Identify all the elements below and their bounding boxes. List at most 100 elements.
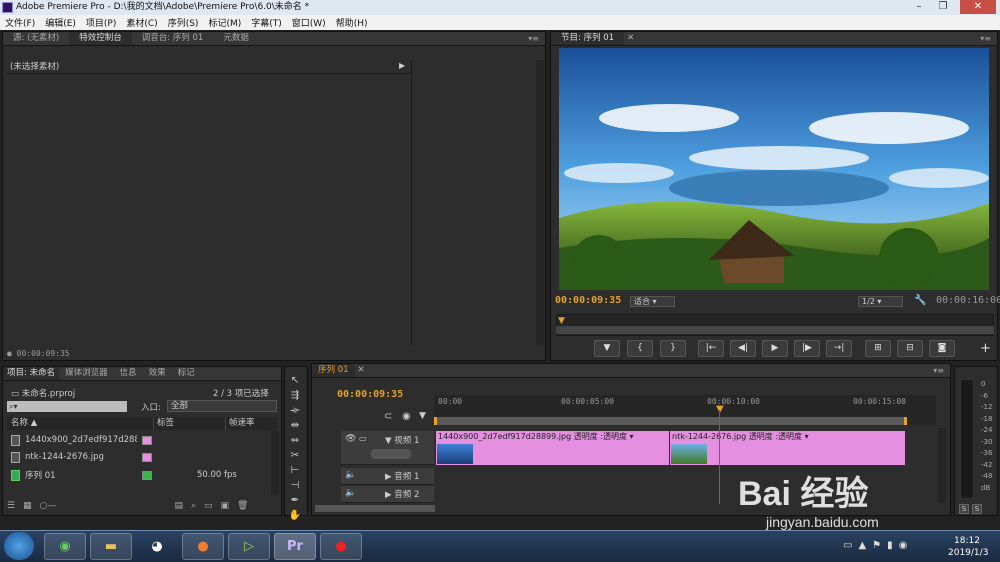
taskbar-firefox-icon[interactable]: ● [182,533,224,560]
add-button-icon[interactable]: + [980,341,991,356]
clip-effect[interactable]: 透明度 :透明度 ▾ [574,432,634,441]
timeline-zoom-bar[interactable] [315,505,435,512]
add-marker-button[interactable]: ▼ [594,340,620,357]
tray-icons[interactable]: ▭▲⚑▮◉ [843,540,913,551]
zoom-scroll-bar[interactable] [556,326,994,334]
track-select-tool-icon[interactable]: ⇶ [288,389,302,403]
lock-icon[interactable]: ▭ [359,434,367,443]
rolling-edit-tool-icon[interactable]: ⇹ [288,419,302,433]
panel-menu-icon[interactable]: ▾≡ [528,34,539,43]
solo-left-button[interactable]: S [959,504,969,514]
extract-button[interactable]: ⊟ [897,340,923,357]
taskbar-recorder-icon[interactable]: ● [320,533,362,560]
program-timecode[interactable]: 00:00:09:35 [555,295,621,306]
timeline-scrollbar[interactable] [938,428,946,503]
tab-metadata[interactable]: 元数据 [213,32,259,45]
play-button[interactable]: ▶ [762,340,788,357]
project-scrollbar[interactable] [271,431,279,495]
list-view-icon[interactable]: ☰ [7,501,15,513]
step-forward-button[interactable]: |▶ [794,340,820,357]
mark-in-button[interactable]: { [627,340,653,357]
eye-icon[interactable]: 👁 [345,434,356,444]
expand-arrow-icon[interactable]: ▶ [399,61,405,70]
menu-marker[interactable]: 标记(M) [203,16,246,29]
mark-out-button[interactable]: } [660,340,686,357]
automate-icon[interactable]: ▤ [174,501,183,513]
lift-button[interactable]: ⊞ [865,340,891,357]
new-item-icon[interactable]: ▣ [221,501,230,513]
add-marker-icon[interactable]: ▼ [419,411,426,421]
timeline-panel-menu-icon[interactable]: ▾≡ [933,366,944,375]
close-icon[interactable]: ✕ [960,0,996,14]
tab-close-icon[interactable]: ✕ [355,364,368,377]
menu-file[interactable]: 文件(F) [0,16,40,29]
go-to-out-button[interactable]: →| [826,340,852,357]
column-name[interactable]: 名称 ▲ [7,417,153,430]
taskbar-camtasia-icon[interactable]: ▷ [228,533,270,560]
column-fps[interactable]: 帧速率 [225,417,255,430]
taskbar-360-icon[interactable]: ◉ [44,533,86,560]
tab-project[interactable]: 项目: 未命名 [3,367,60,380]
hand-tool-icon[interactable]: ✋ [288,509,302,523]
go-to-in-button[interactable]: |← [698,340,724,357]
zoom-slider-icon[interactable]: ○— [40,501,57,513]
speaker-icon[interactable]: 🔈 [345,470,356,480]
taskbar-qq-icon[interactable]: ◕ [136,533,178,560]
taskbar-explorer-icon[interactable]: ▬ [90,533,132,560]
list-item[interactable]: 序列 01 50.00 fps [11,467,237,483]
resolution-dropdown[interactable]: 1/2 ▾ [858,296,903,307]
menu-edit[interactable]: 编辑(E) [40,16,81,29]
solo-right-button[interactable]: S [972,504,982,514]
menu-sequence[interactable]: 序列(S) [163,16,204,29]
linked-selection-icon[interactable]: ◉ [402,411,411,422]
system-clock[interactable]: 18:12 2019/1/3 [948,535,988,559]
program-playhead-icon[interactable]: ▼ [558,316,565,326]
speaker-icon[interactable]: 🔈 [345,488,356,498]
timeline-timecode[interactable]: 00:00:09:35 [337,389,403,400]
find-icon[interactable]: ⌕ [191,501,196,513]
snap-icon[interactable]: ⊂ [384,411,392,422]
tab-close-icon[interactable]: ✕ [624,32,637,45]
in-point-select[interactable]: 全部 [167,400,277,412]
new-bin-icon[interactable]: ▭ [204,501,213,513]
icon-view-icon[interactable]: ▦ [23,501,32,513]
list-item[interactable]: ntk-1244-2676.jpg [11,449,152,465]
scrollbar[interactable] [536,60,544,345]
wrench-icon[interactable]: 🔧 [914,295,926,306]
trash-icon[interactable]: 🗑 [237,501,248,513]
slip-tool-icon[interactable]: ⊢ [288,464,302,478]
project-search-input[interactable]: ⌕▾ [7,401,127,412]
tab-media-browser[interactable]: 媒体浏览器 [59,367,114,380]
tab-program[interactable]: 节目: 序列 01 [551,32,625,45]
fit-dropdown[interactable]: 适合 ▾ [630,296,675,307]
start-button[interactable] [4,532,34,560]
tab-audio-mixer[interactable]: 调音台: 序列 01 [132,32,214,45]
tab-effect-controls[interactable]: 特效控制台 [69,32,132,45]
razor-tool-icon[interactable]: ✂ [288,449,302,463]
keyframe-slider[interactable] [371,449,411,459]
tab-source[interactable]: 源: (无素材) [3,32,69,45]
selection-tool-icon[interactable]: ↖ [288,374,302,388]
step-back-button[interactable]: ◀| [730,340,756,357]
column-label[interactable]: 标签 [153,417,225,430]
audio1-track-name[interactable]: ▶ 音频 1 [385,470,419,482]
menu-window[interactable]: 窗口(W) [287,16,331,29]
pen-tool-icon[interactable]: ✒ [288,494,302,508]
rate-stretch-tool-icon[interactable]: ⇔ [288,434,302,448]
menu-title[interactable]: 字幕(T) [246,16,287,29]
video-clip[interactable]: ntk-1244-2676.jpg 透明度 :透明度 ▾ [670,431,905,465]
ripple-edit-tool-icon[interactable]: ⟛ [288,404,302,418]
menu-clip[interactable]: 素材(C) [121,16,162,29]
slide-tool-icon[interactable]: ⊣ [288,479,302,493]
maximize-icon[interactable]: ❐ [934,0,952,14]
video-track-name[interactable]: ▼ 视频 1 [385,434,419,446]
program-panel-menu-icon[interactable]: ▾≡ [980,34,991,43]
taskbar-premiere-icon[interactable]: Pr [274,533,316,560]
clip-effect[interactable]: 透明度 :透明度 ▾ [749,432,809,441]
menu-help[interactable]: 帮助(H) [331,16,373,29]
menu-project[interactable]: 项目(P) [81,16,121,29]
tab-markers[interactable]: 标记 [172,367,201,380]
list-item[interactable]: 1440x900_2d7edf917d28899 [11,432,152,448]
tab-info[interactable]: 信息 [114,367,143,380]
minimize-icon[interactable]: – [910,0,928,14]
